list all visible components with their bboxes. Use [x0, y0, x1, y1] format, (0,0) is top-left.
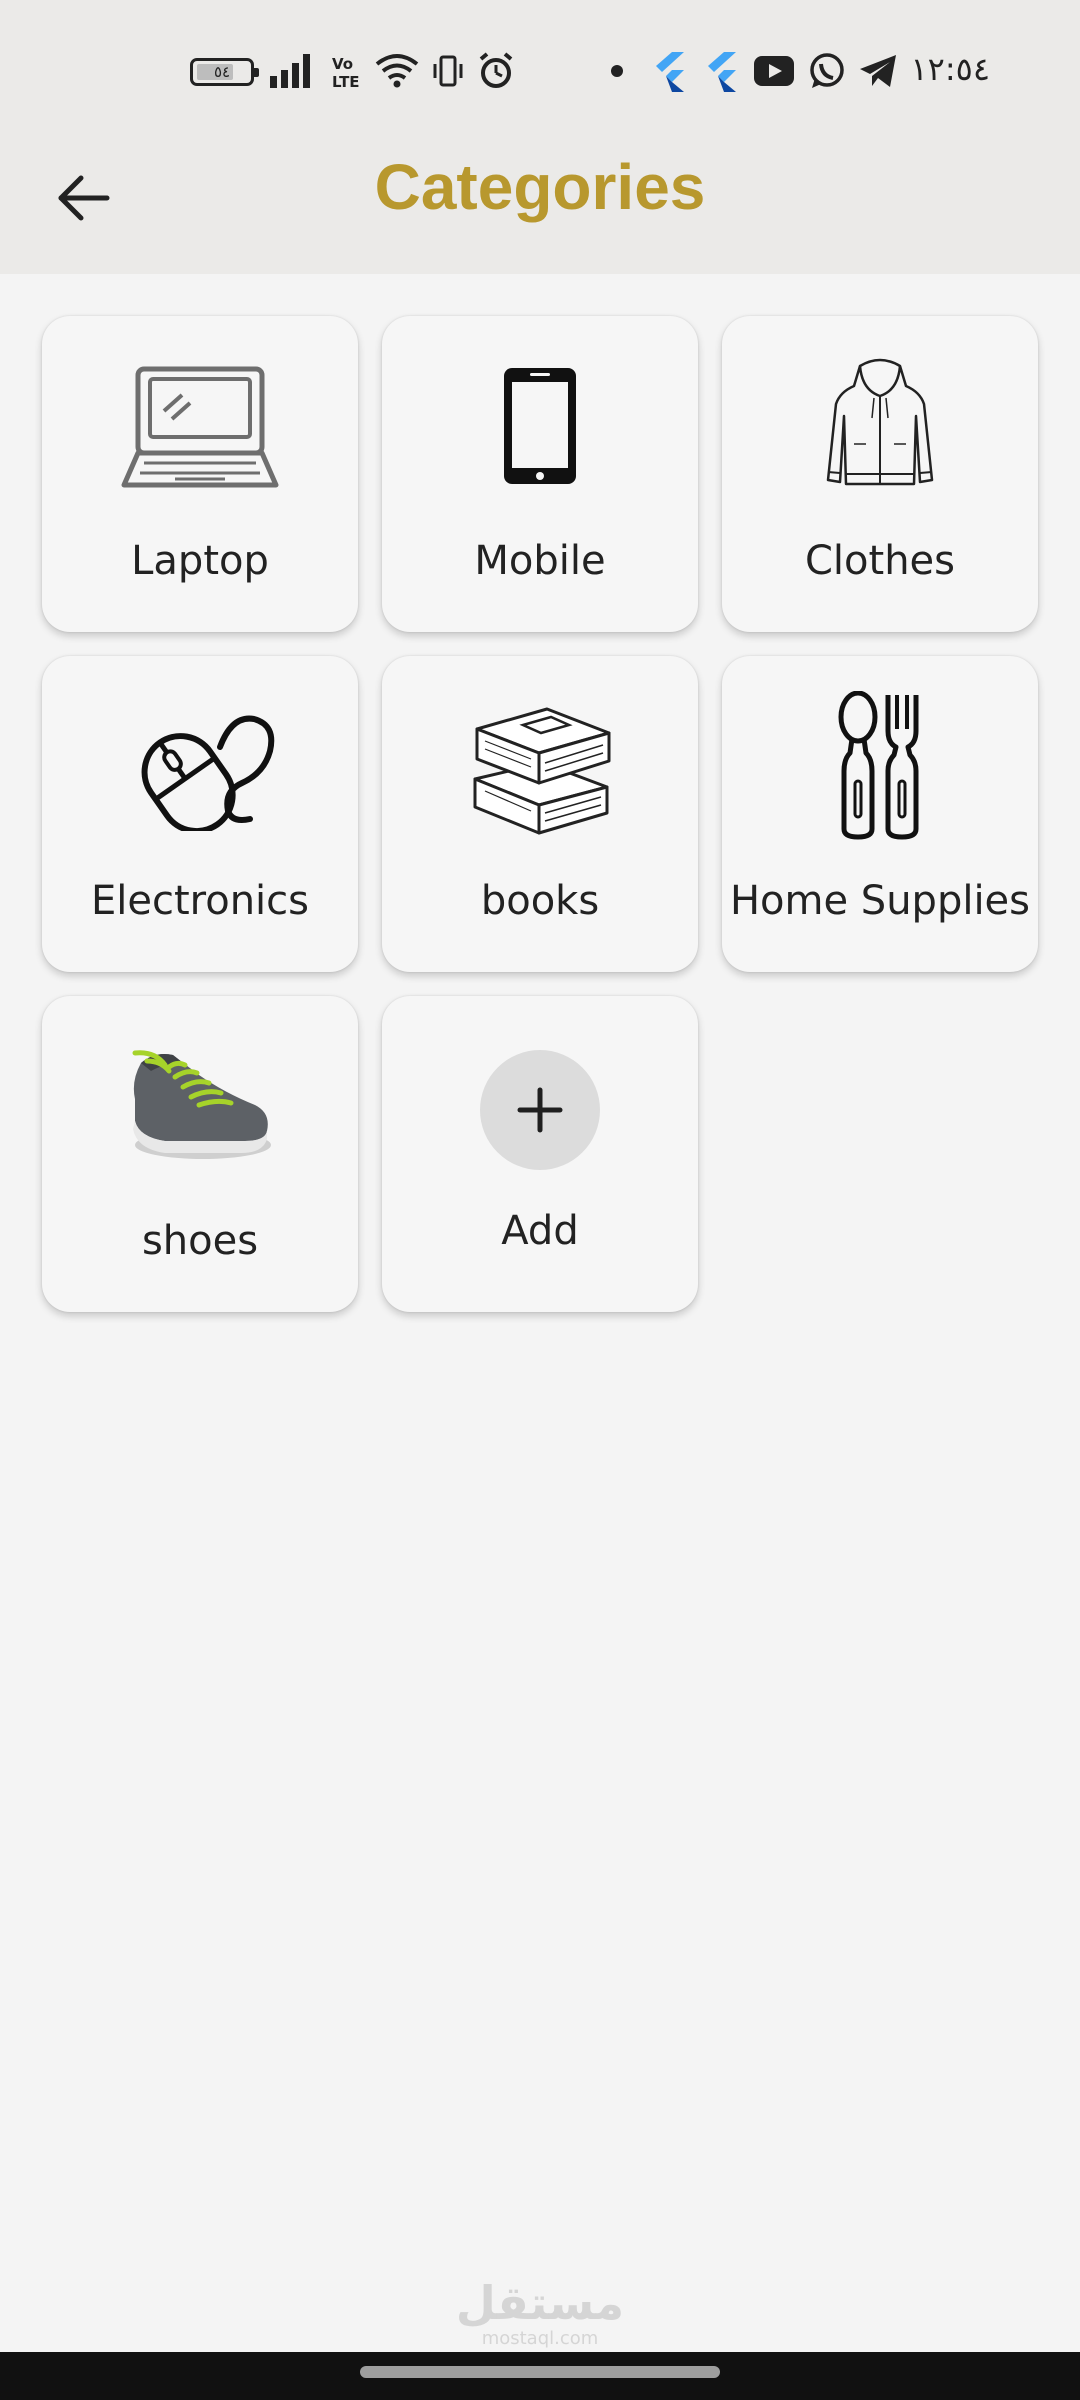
watermark-url: mostaql.com [481, 2328, 599, 2349]
svg-text:LTE: LTE [332, 73, 360, 90]
category-label: Laptop [131, 538, 269, 584]
watermark-logo: مستقل [455, 2276, 625, 2330]
app-bar: Categories [0, 120, 1080, 260]
category-card-clothes[interactable]: Clothes [722, 316, 1038, 632]
mouse-icon [141, 715, 275, 831]
svg-text:Vo: Vo [332, 55, 353, 73]
telegram-icon [860, 55, 896, 87]
home-indicator[interactable] [360, 2366, 720, 2378]
youtube-icon [754, 56, 794, 86]
volte-icon: Vo LTE [332, 55, 360, 90]
category-card-books[interactable]: books [382, 656, 698, 972]
category-label: books [480, 878, 600, 924]
category-card-laptop[interactable]: Laptop [42, 316, 358, 632]
category-label: Clothes [805, 538, 955, 584]
dot-icon [611, 65, 623, 77]
laptop-icon [121, 366, 279, 488]
category-card-mobile[interactable]: Mobile [382, 316, 698, 632]
add-category-card[interactable]: Add [382, 996, 698, 1312]
category-label: Home Supplies [729, 878, 1031, 924]
add-button[interactable] [480, 1050, 600, 1170]
plus-icon [517, 1087, 563, 1133]
category-label: Electronics [90, 878, 309, 924]
category-card-shoes[interactable]: shoes [42, 996, 358, 1312]
battery-icon: ٥٤ [190, 58, 259, 86]
shoe-icon [132, 1050, 271, 1159]
mobile-icon [504, 368, 576, 484]
hoodie-icon [826, 358, 934, 486]
vibrate-icon [433, 55, 463, 87]
category-card-electronics[interactable]: Electronics [42, 656, 358, 972]
utensils-icon [838, 691, 919, 840]
books-icon [473, 707, 611, 835]
category-label: shoes [141, 1218, 259, 1264]
system-nav-bar [0, 2352, 1080, 2400]
battery-level: ٥٤ [213, 63, 231, 81]
status-time: ١٢:٥٤ [910, 50, 990, 88]
add-label: Add [501, 1208, 579, 1254]
flutter-icon [708, 52, 736, 92]
signal-icon [270, 54, 310, 88]
wifi-icon [375, 54, 419, 88]
category-card-home-supplies[interactable]: Home Supplies [722, 656, 1038, 972]
flutter-icon [656, 52, 684, 92]
category-label: Mobile [474, 538, 606, 584]
whatsapp-icon [810, 53, 844, 88]
alarm-icon [479, 52, 513, 88]
status-bar: ٥٤ Vo LTE ١٢:٥٤ [0, 36, 1080, 106]
page-title: Categories [374, 151, 706, 223]
